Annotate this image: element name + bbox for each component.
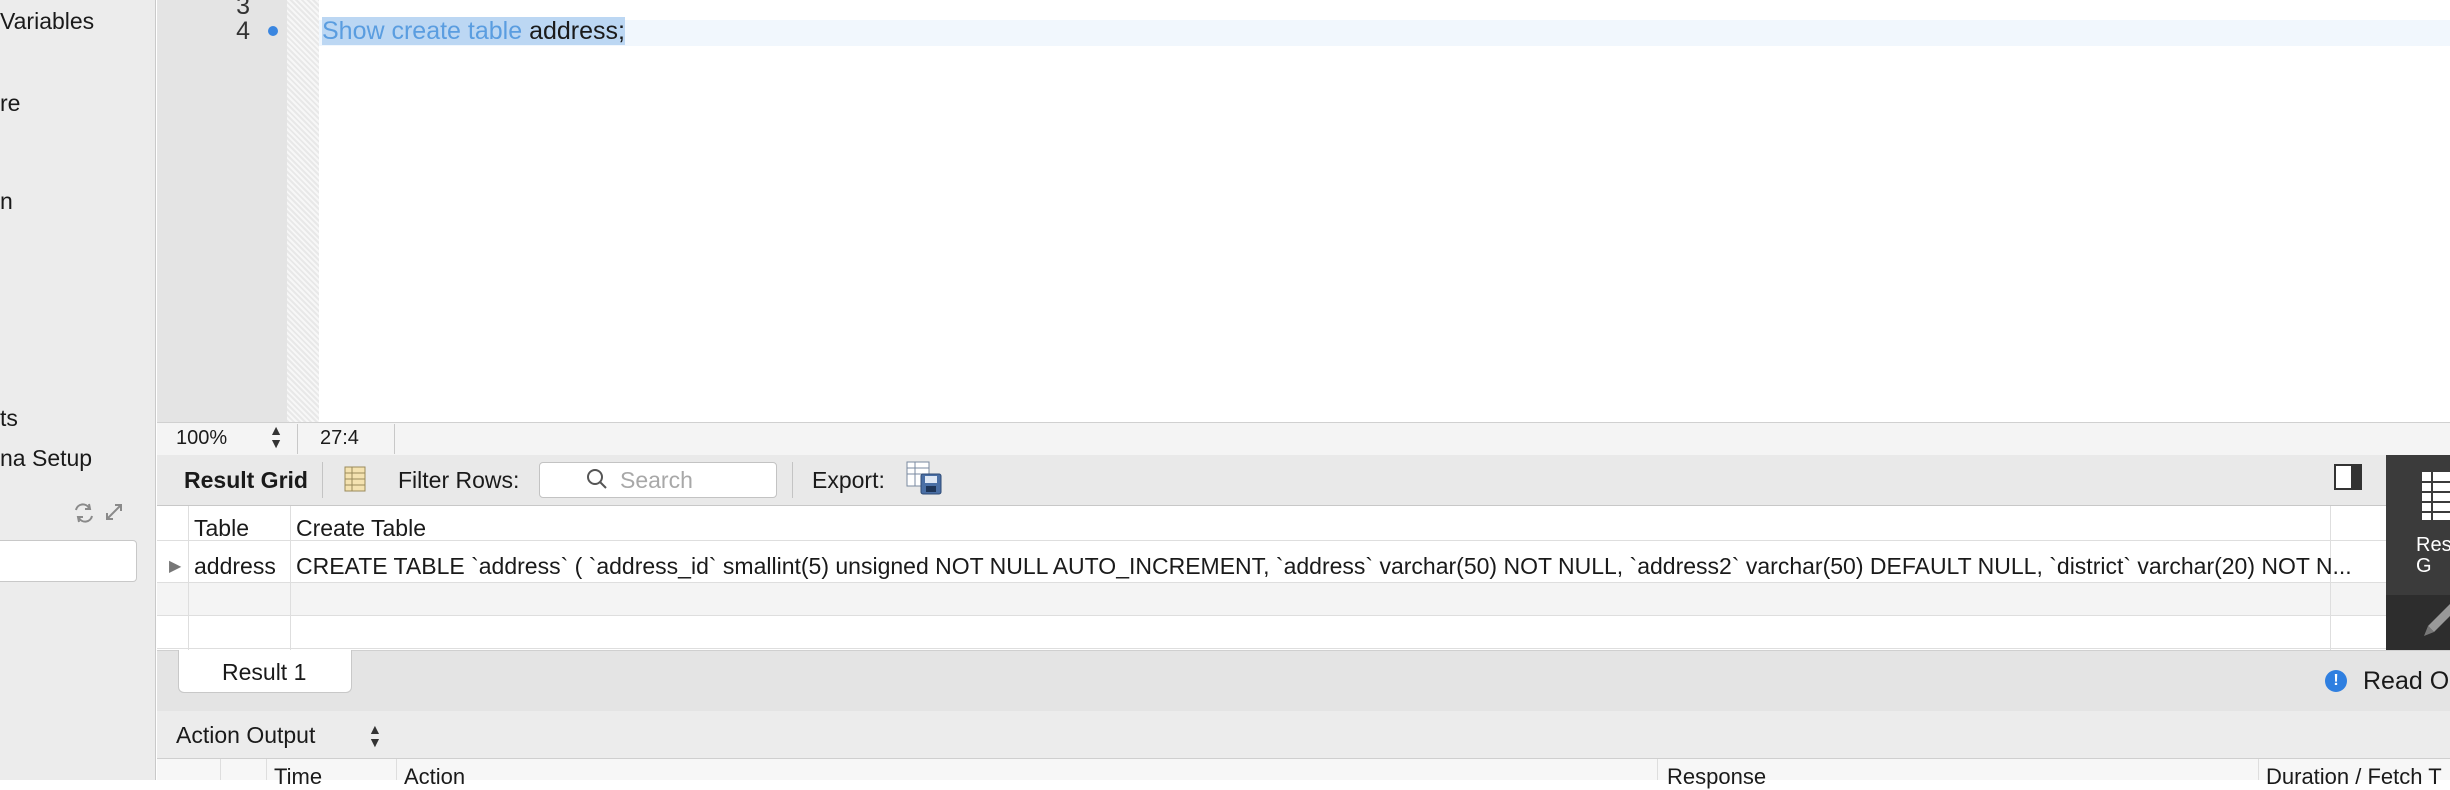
line-gutter (157, 0, 287, 422)
line-number: 4 (236, 17, 250, 45)
chevron-updown-icon[interactable]: ▲ ▼ (368, 722, 382, 749)
grid-line (188, 506, 189, 650)
divider (792, 462, 793, 498)
sql-editor[interactable] (319, 0, 2450, 422)
read-only-status: Read On (2363, 667, 2450, 695)
action-output-header (157, 759, 2450, 780)
grid-line (220, 759, 221, 780)
zoom-stepper-icon[interactable]: ▲ ▼ (268, 423, 284, 450)
sql-statement[interactable]: Show create table address; (322, 17, 625, 46)
export-label: Export: (812, 467, 885, 493)
grid-line (396, 759, 397, 780)
grid-line (266, 759, 267, 780)
column-header-response[interactable]: Response (1667, 764, 1766, 790)
divider (297, 424, 298, 454)
editor-status-bar (157, 422, 2450, 456)
column-header-time[interactable]: Time (274, 764, 322, 790)
info-icon[interactable]: ! (2325, 670, 2347, 692)
sql-identifier: address; (522, 17, 625, 45)
fold-margin (287, 0, 319, 422)
result-grid-view-label: Res G (2416, 534, 2450, 577)
sidebar-item-status-variables[interactable]: Variables (0, 8, 94, 35)
divider (394, 424, 395, 454)
column-header-action[interactable]: Action (404, 764, 465, 790)
table-cell[interactable]: CREATE TABLE `address` ( `address_id` sm… (296, 553, 2352, 580)
result-grid-view-icon (2422, 472, 2450, 520)
grid-line (157, 540, 2386, 541)
table-row[interactable] (157, 582, 2386, 615)
navigator-sidebar (0, 0, 156, 780)
export-icon[interactable] (905, 458, 945, 498)
sidebar-item-schema-setup[interactable]: na Setup (0, 445, 92, 472)
tab-label: Result 1 (222, 659, 307, 685)
action-output-bar (157, 711, 2450, 759)
result-grid-label[interactable]: Result Grid (184, 467, 308, 494)
filter-rows-label: Filter Rows: (398, 467, 520, 493)
divider (322, 462, 323, 498)
grid-line (2258, 759, 2259, 780)
sidebar-item-3[interactable]: n (0, 188, 13, 215)
sidebar-item-4[interactable]: ts (0, 405, 18, 432)
action-output-selector[interactable]: Action Output (176, 722, 315, 749)
result-tab-bar (157, 650, 2450, 712)
grid-line (157, 648, 2386, 649)
cursor-position: 27:4 (320, 427, 359, 449)
form-editor-icon[interactable] (344, 466, 366, 492)
grid-line (157, 615, 2386, 616)
zoom-level[interactable]: 100% (176, 427, 227, 450)
search-placeholder: Search (620, 467, 693, 493)
expand-icon[interactable] (104, 502, 124, 522)
search-icon (587, 469, 607, 489)
grid-line (157, 582, 2386, 583)
table-cell[interactable]: address (194, 553, 276, 580)
sql-keyword: Show create table (322, 17, 523, 45)
column-header-table[interactable]: Table (194, 515, 249, 542)
column-header-create-table[interactable]: Create Table (296, 515, 426, 542)
toggle-side-panel-icon[interactable] (2334, 464, 2362, 490)
row-selector-icon[interactable]: ▶ (169, 556, 181, 576)
sidebar-filter-input[interactable] (0, 540, 137, 582)
sidebar-item-2[interactable]: re (0, 90, 20, 117)
statement-marker-icon[interactable] (268, 26, 278, 36)
grid-line (290, 506, 291, 650)
column-header-duration[interactable]: Duration / Fetch T (2266, 764, 2442, 790)
refresh-icon[interactable] (72, 502, 96, 524)
current-line-highlight (319, 20, 2450, 46)
grid-line (1657, 759, 1658, 780)
form-editor-view-icon[interactable] (2420, 598, 2450, 638)
